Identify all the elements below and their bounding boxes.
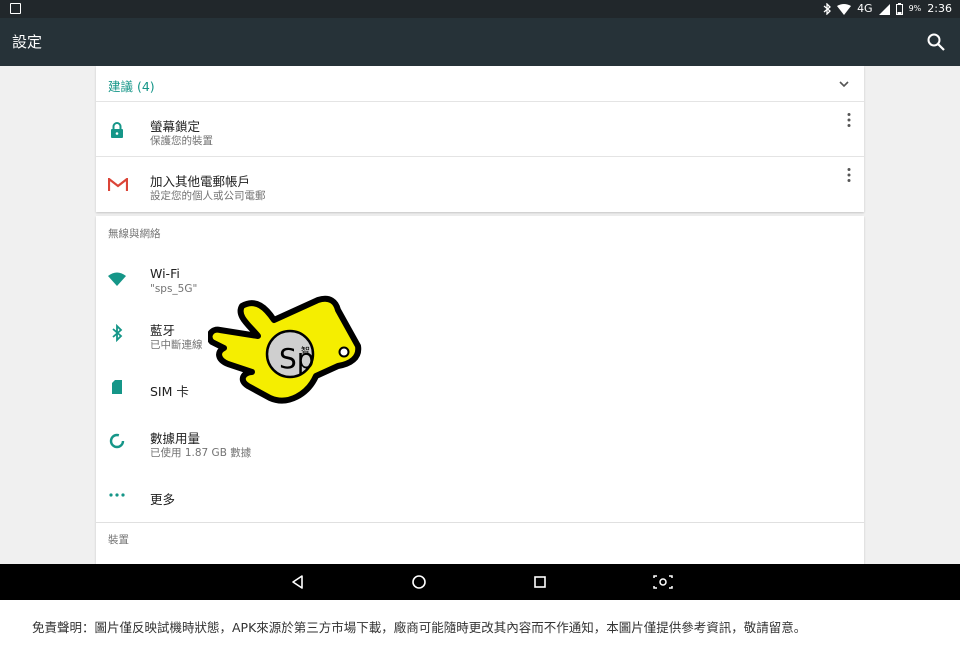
wifi-icon — [108, 272, 126, 286]
gmail-icon — [108, 178, 128, 191]
sim-card-icon — [112, 380, 122, 394]
disclaimer-text: 免責聲明：圖片僅反映試機時狀態，APK來源於第三方市場下載，廠商可能隨時更改其內… — [32, 620, 807, 635]
setting-item-more[interactable]: 更多 — [96, 468, 864, 522]
clock: 2:36 — [927, 2, 952, 15]
suggestions-header[interactable]: 建議 (4) — [96, 66, 864, 102]
network-type: 4G — [857, 2, 873, 15]
setting-subtitle: 已使用 1.87 GB 數據 — [150, 447, 252, 459]
pointer-hand-logo: Sp 智 — [208, 295, 362, 404]
setting-title: 更多 — [150, 492, 176, 507]
recents-icon[interactable] — [531, 573, 549, 591]
suggestion-subtitle: 設定您的個人或公司電郵 — [150, 190, 266, 202]
home-icon[interactable] — [410, 573, 428, 591]
screenshot-notification-icon — [10, 3, 21, 14]
suggestions-card: 建議 (4) 螢幕鎖定 保護您的裝置 加入其他電郵帳戶 設定您的個人或公司電郵 — [96, 66, 864, 212]
footer: 免責聲明：圖片僅反映試機時狀態，APK來源於第三方市場下載，廠商可能隨時更改其內… — [0, 600, 960, 650]
back-icon[interactable] — [289, 573, 307, 591]
more-icon — [109, 493, 125, 497]
suggestion-screen-lock[interactable]: 螢幕鎖定 保護您的裝置 — [96, 102, 864, 157]
bluetooth-status-icon — [823, 3, 832, 15]
pointer-logo-badge: 智 — [301, 345, 310, 357]
suggestion-add-email[interactable]: 加入其他電郵帳戶 設定您的個人或公司電郵 — [96, 157, 864, 212]
status-icons: 4G 9% 2:36 — [823, 2, 952, 16]
settings-content[interactable]: 建議 (4) 螢幕鎖定 保護您的裝置 加入其他電郵帳戶 設定您的個人或公司電郵 — [0, 66, 960, 564]
setting-item-data-usage[interactable]: 數據用量 已使用 1.87 GB 數據 — [96, 414, 864, 468]
page-title: 設定 — [12, 33, 43, 51]
setting-subtitle: "sps_5G" — [150, 283, 198, 295]
setting-title: SIM 卡 — [150, 384, 189, 399]
wifi-status-icon — [837, 3, 852, 15]
section-title-device: 裝置 — [108, 534, 129, 546]
signal-icon — [878, 3, 890, 15]
setting-title: Wi-Fi — [150, 266, 180, 281]
bluetooth-icon — [112, 324, 123, 342]
setting-subtitle: 已中斷連線 — [150, 339, 203, 351]
navigation-bar — [0, 564, 960, 600]
overflow-menu-icon[interactable] — [846, 112, 852, 128]
section-title-wireless: 無線與網絡 — [108, 228, 161, 240]
battery-percent: 9% — [908, 4, 922, 13]
section-divider — [96, 522, 864, 523]
app-bar: 設定 — [0, 18, 960, 66]
chevron-down-icon[interactable] — [838, 78, 850, 90]
suggestion-subtitle: 保護您的裝置 — [150, 135, 213, 147]
overflow-menu-icon[interactable] — [846, 167, 852, 183]
battery-icon — [895, 3, 903, 15]
data-usage-icon — [109, 433, 125, 449]
status-bar: 4G 9% 2:36 — [0, 0, 960, 18]
suggestions-title: 建議 (4) — [108, 79, 155, 94]
screenshot-capture-icon[interactable] — [652, 573, 674, 591]
lock-icon — [111, 122, 123, 138]
search-icon[interactable] — [926, 32, 946, 52]
